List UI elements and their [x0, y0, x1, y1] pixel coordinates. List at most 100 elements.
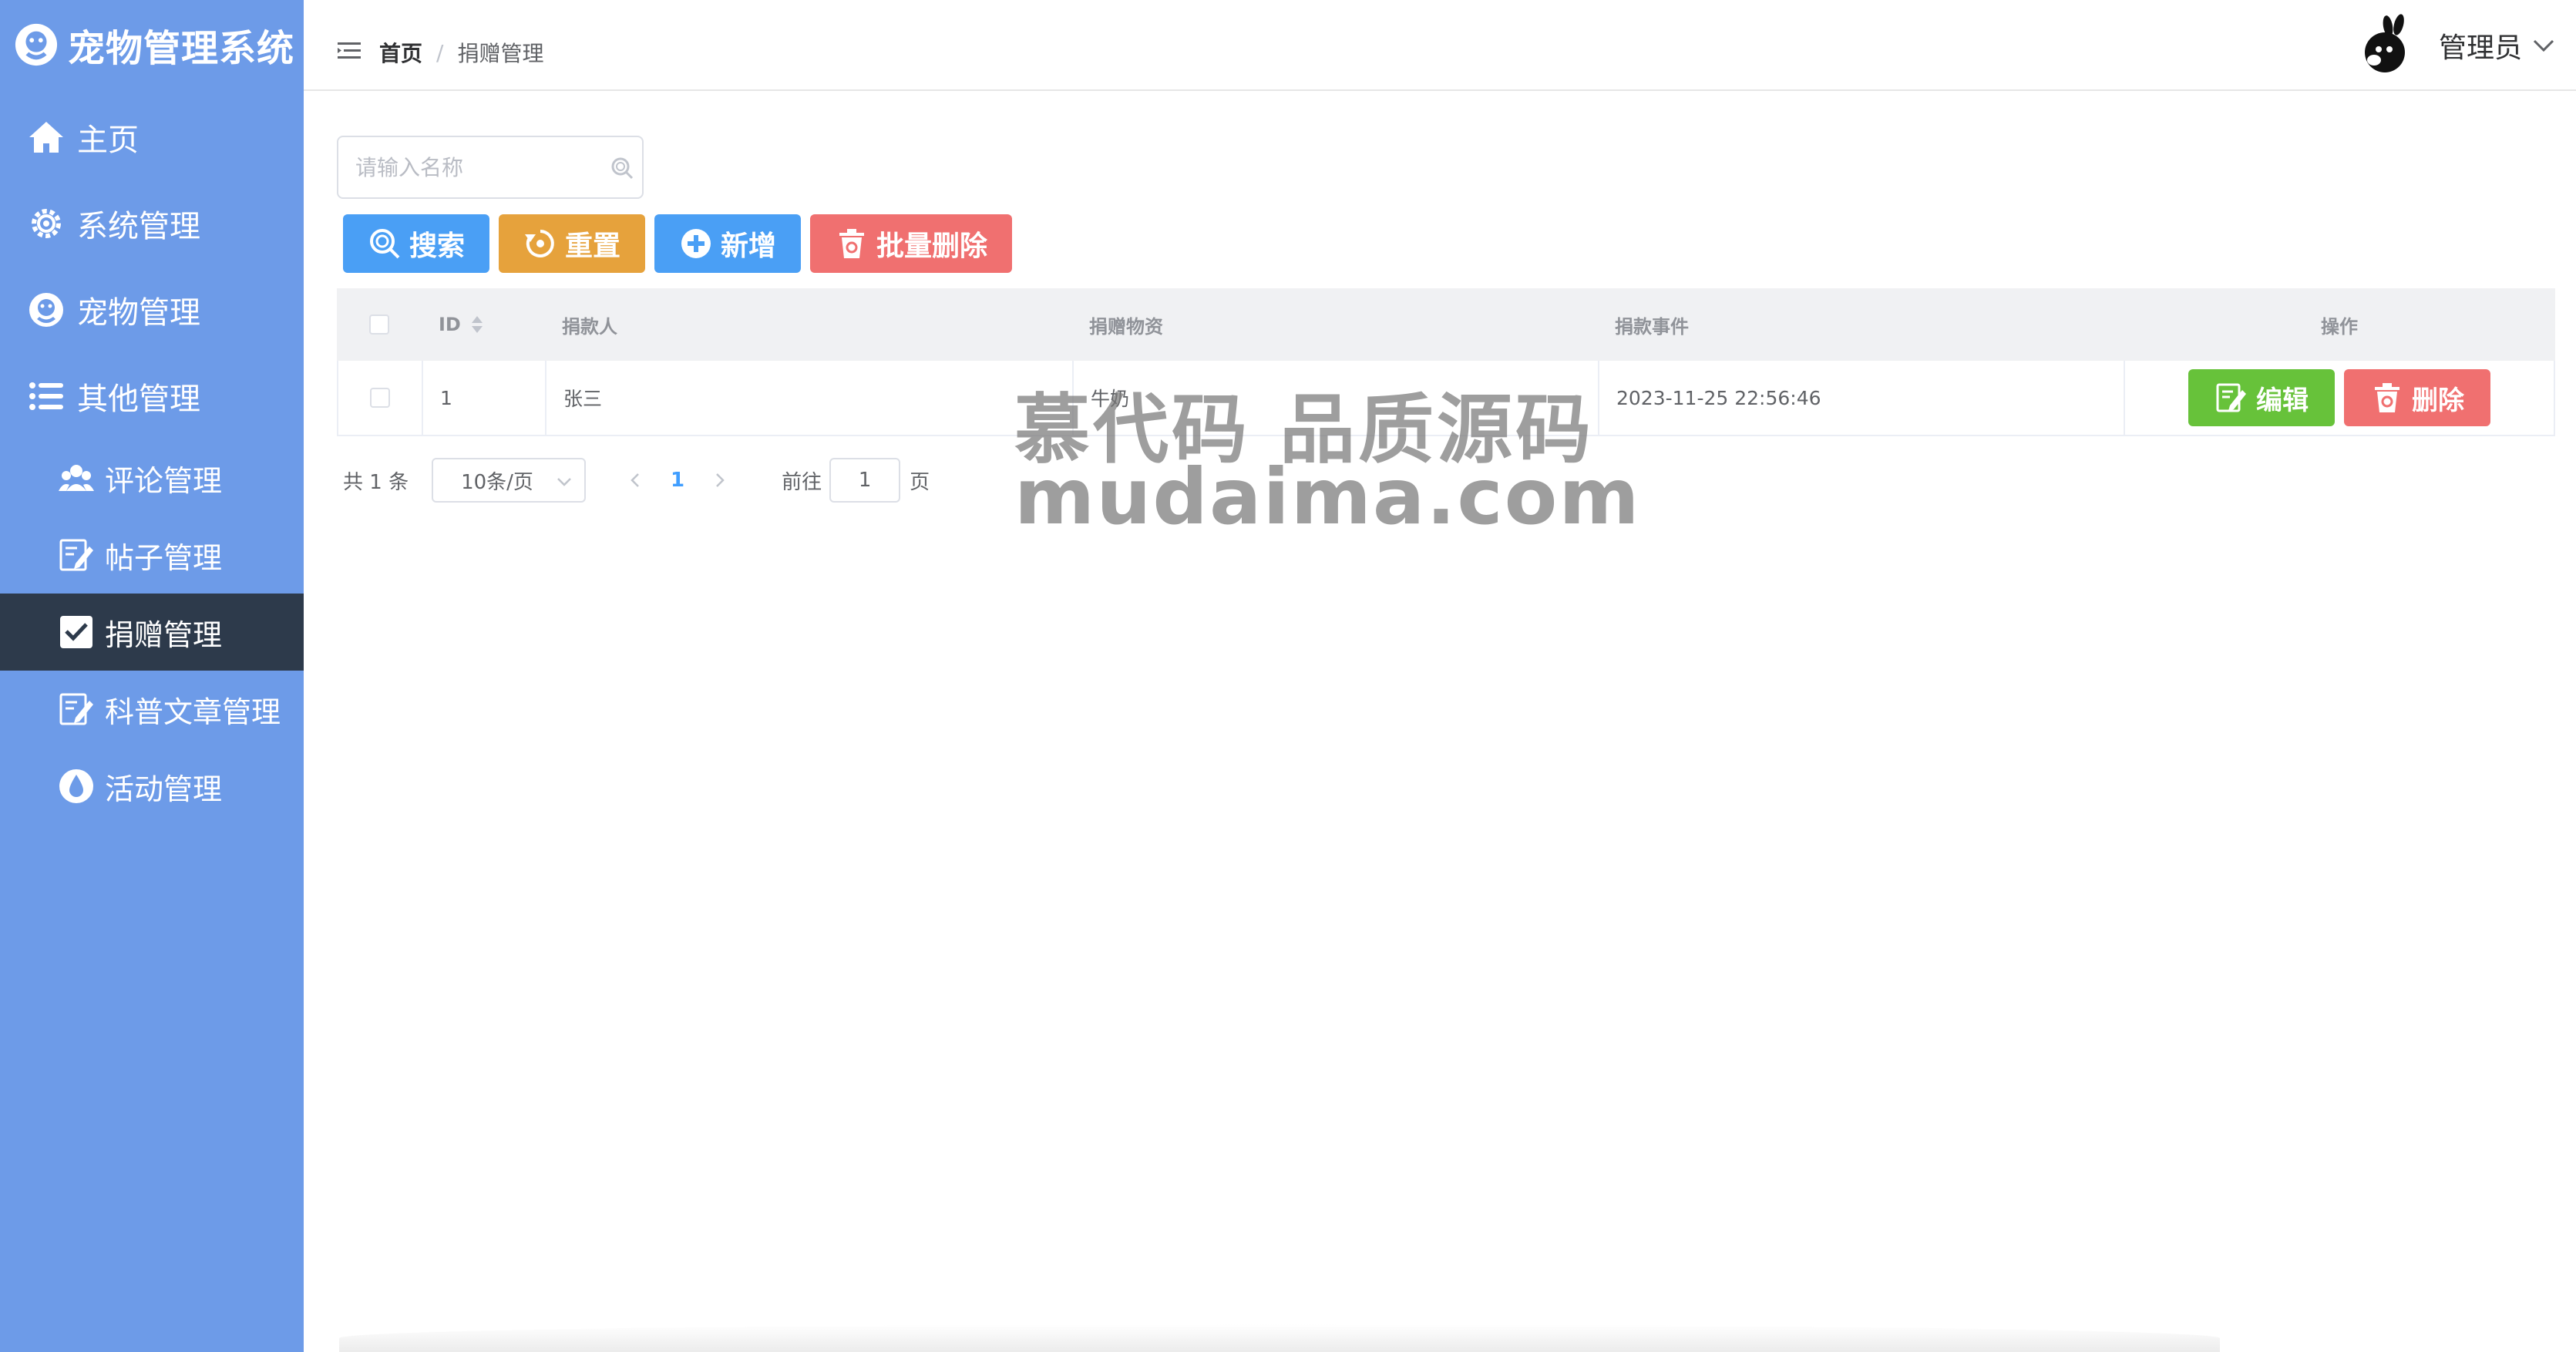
users-icon	[59, 465, 94, 491]
header-check-cell	[337, 288, 422, 361]
batch-delete-button[interactable]: 批量删除	[810, 214, 1012, 273]
pagination: 共 1 条 10条/页 1 前往 页	[343, 458, 930, 503]
sidebar-item-other[interactable]: 其他管理	[0, 353, 304, 439]
row-checkbox[interactable]	[370, 388, 390, 408]
pagination-total: 共 1 条	[343, 470, 409, 494]
column-header: 捐赠物资	[1089, 315, 1163, 338]
sidebar-item-articles[interactable]: 科普文章管理	[0, 671, 304, 748]
header-goods: 捐赠物资	[1072, 288, 1598, 361]
delete-button[interactable]: 删除	[2344, 369, 2490, 426]
sidebar-menu: 主页 系统管理 宠物管理 其他管理 评论管理 帖子管理 捐赠管理 科普文章管理 …	[0, 94, 304, 825]
page-size-value: 10条/页	[461, 470, 533, 494]
sidebar-item-system[interactable]: 系统管理	[0, 180, 304, 267]
reset-button-label: 重置	[564, 230, 620, 262]
sidebar-item-label: 宠物管理	[77, 295, 200, 331]
delete-button-label: 删除	[2412, 385, 2464, 416]
check-square-icon	[60, 616, 92, 648]
sidebar-item-label: 评论管理	[105, 463, 223, 498]
search-button-label: 搜索	[409, 230, 465, 262]
search-input[interactable]	[355, 148, 587, 187]
header-ops: 操作	[2124, 288, 2555, 361]
breadcrumb: 首页 / 捐赠管理	[379, 37, 543, 68]
column-header: 捐款人	[562, 315, 617, 338]
edit-icon	[59, 539, 93, 571]
sidebar-item-label: 系统管理	[77, 209, 200, 244]
cell-time: 2023-11-25 22:56:46	[1599, 361, 2125, 435]
app-title: 宠物管理系统	[68, 27, 295, 70]
plus-circle-icon	[681, 229, 711, 258]
breadcrumb-separator: /	[436, 39, 444, 66]
chevron-right-icon	[716, 473, 725, 487]
sidebar-item-label: 科普文章管理	[105, 694, 281, 729]
header-time: 捐款事件	[1598, 288, 2124, 361]
column-header: 捐款事件	[1615, 315, 1689, 338]
trash-icon	[2375, 383, 2399, 412]
edit-icon	[2216, 383, 2246, 412]
breadcrumb-home[interactable]: 首页	[379, 37, 422, 68]
select-all-checkbox[interactable]	[369, 314, 389, 335]
sidebar-item-donations[interactable]: 捐赠管理	[0, 594, 304, 671]
cell-id: 1	[423, 361, 546, 435]
cell-goods: 牛奶	[1074, 361, 1599, 435]
sidebar-item-label: 活动管理	[105, 772, 223, 806]
watermark-line2: mudaima.com	[1014, 452, 1641, 542]
drop-icon	[59, 769, 93, 803]
add-button-label: 新增	[720, 230, 776, 262]
sidebar-item-comments[interactable]: 评论管理	[0, 439, 304, 516]
sidebar-item-label: 捐赠管理	[105, 617, 223, 652]
pet-logo-icon	[15, 23, 58, 66]
chevron-left-icon	[631, 473, 639, 487]
collapse-menu-icon[interactable]	[338, 42, 361, 60]
gear-icon	[32, 209, 61, 238]
row-check-cell	[338, 361, 423, 435]
refresh-icon	[524, 230, 554, 257]
search-icon[interactable]	[610, 156, 634, 180]
edit-icon	[59, 693, 93, 725]
sidebar-item-label: 其他管理	[77, 382, 200, 417]
pet-icon	[29, 293, 63, 327]
edit-button-label: 编辑	[2256, 385, 2309, 416]
home-icon	[29, 122, 63, 153]
donation-table: ID 捐款人 捐赠物资 捐款事件 操作 1 张三 牛奶 2023-11-25 2…	[337, 288, 2555, 436]
table-row: 1 张三 牛奶 2023-11-25 22:56:46 编辑 删除	[337, 361, 2555, 436]
app-logo[interactable]: 宠物管理系统	[14, 17, 294, 72]
column-header: ID	[439, 314, 461, 335]
add-button[interactable]: 新增	[654, 214, 801, 273]
column-header: 操作	[2321, 315, 2358, 338]
toolbar: 搜索 重置 新增 批量删除	[343, 214, 1021, 273]
page-size-select[interactable]: 10条/页	[432, 458, 587, 503]
goto-label: 前往	[782, 470, 822, 494]
search-button[interactable]: 搜索	[343, 214, 489, 273]
table-header: ID 捐款人 捐赠物资 捐款事件 操作	[337, 288, 2555, 361]
header-id[interactable]: ID	[422, 288, 545, 361]
batch-delete-button-label: 批量删除	[876, 230, 987, 262]
sort-icon[interactable]	[470, 314, 484, 335]
chevron-down-icon	[2533, 39, 2554, 52]
sidebar-item-pet[interactable]: 宠物管理	[0, 267, 304, 353]
page-number-current[interactable]: 1	[651, 469, 705, 492]
sidebar-item-label: 帖子管理	[105, 540, 223, 575]
next-page-button[interactable]	[705, 465, 735, 496]
sidebar-item-home[interactable]: 主页	[0, 94, 304, 180]
cell-donor: 张三	[546, 361, 1074, 435]
cell-ops: 编辑 删除	[2125, 361, 2554, 435]
bottom-shadow	[339, 1324, 2220, 1352]
sidebar: 宠物管理系统 主页 系统管理 宠物管理 其他管理 评论管理 帖子管理 捐赠管理 …	[0, 0, 304, 1352]
breadcrumb-current: 捐赠管理	[457, 41, 544, 66]
prev-page-button[interactable]	[620, 465, 651, 496]
search-icon	[369, 229, 400, 259]
page-suffix: 页	[910, 470, 930, 494]
chevron-down-icon	[557, 478, 571, 486]
search-box	[337, 136, 644, 199]
sidebar-item-activities[interactable]: 活动管理	[0, 748, 304, 825]
edit-button[interactable]: 编辑	[2188, 369, 2335, 426]
goto-page-input[interactable]	[829, 458, 901, 503]
sidebar-item-posts[interactable]: 帖子管理	[0, 516, 304, 594]
sidebar-item-label: 主页	[77, 123, 139, 158]
avatar	[2364, 14, 2405, 72]
header-donor: 捐款人	[545, 288, 1072, 361]
user-menu[interactable]: 管理员	[2354, 11, 2554, 80]
username: 管理员	[2438, 32, 2522, 64]
reset-button[interactable]: 重置	[499, 214, 645, 273]
list-icon	[29, 382, 63, 410]
